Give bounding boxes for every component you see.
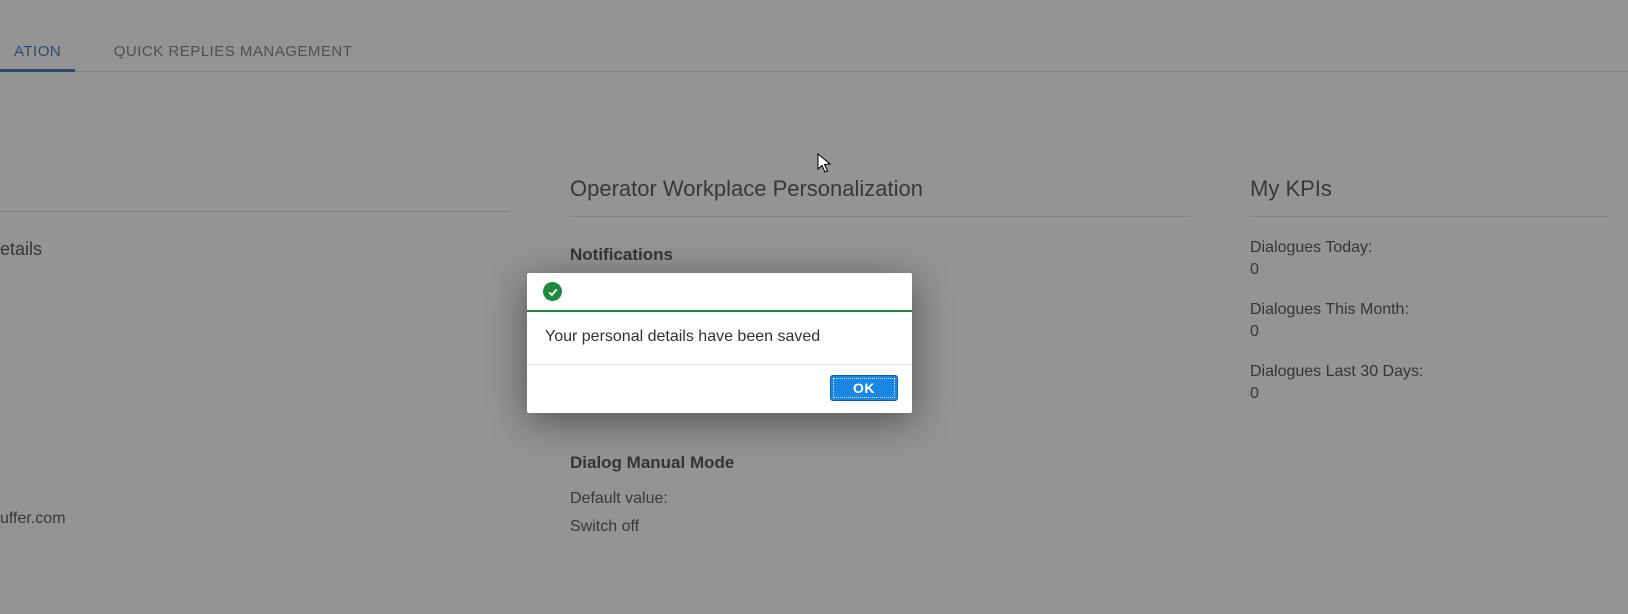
success-modal: Your personal details have been saved OK: [527, 273, 912, 413]
modal-header: [527, 273, 912, 312]
modal-footer: OK: [527, 365, 912, 413]
success-check-icon: [543, 282, 562, 301]
modal-message: Your personal details have been saved: [527, 312, 912, 365]
ok-button[interactable]: OK: [830, 375, 898, 401]
page-root: ATION QUICK REPLIES MANAGEMENT etails uf…: [0, 0, 1628, 614]
